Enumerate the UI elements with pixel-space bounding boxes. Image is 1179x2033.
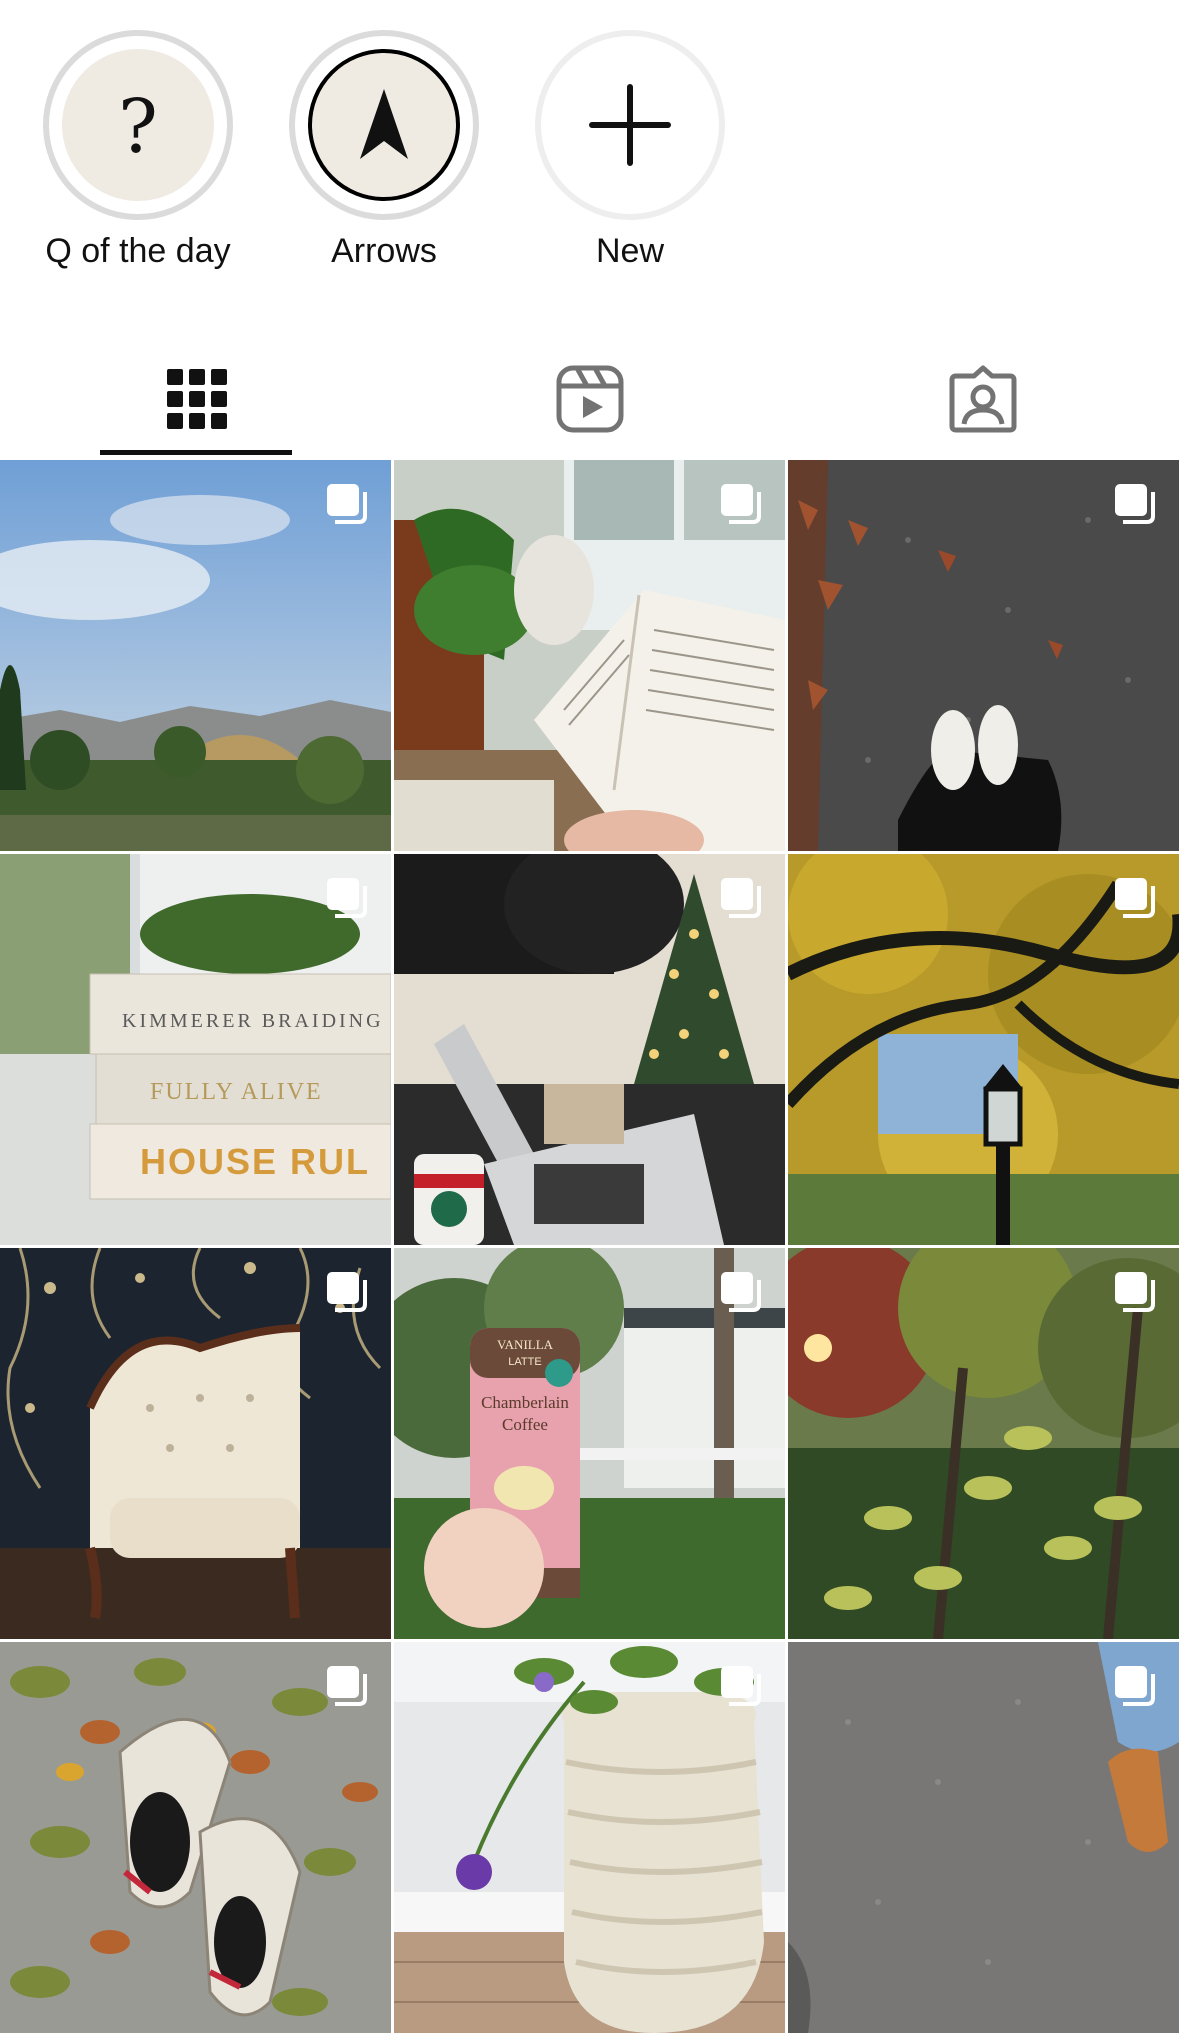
- book-spine-text: HOUSE RUL: [140, 1141, 370, 1182]
- active-tab-indicator: [100, 450, 292, 455]
- plus-icon: [554, 49, 706, 201]
- can-text: Coffee: [502, 1415, 548, 1434]
- multi-photo-icon: [327, 878, 367, 918]
- multi-photo-icon: [1115, 878, 1155, 918]
- highlight-label: Arrows: [331, 232, 437, 270]
- can-text: Chamberlain: [481, 1393, 569, 1412]
- post-laptop-tree[interactable]: [394, 854, 785, 1245]
- multi-photo-icon: [721, 1272, 761, 1312]
- can-text: LATTE: [508, 1356, 541, 1368]
- multi-photo-icon: [327, 1272, 367, 1312]
- highlight-label: New: [595, 232, 665, 270]
- tab-reels[interactable]: [393, 340, 786, 458]
- post-stacked-books[interactable]: KIMMERER BRAIDING FULLY ALIVE HOUSE RUL: [0, 854, 391, 1245]
- post-pavement-feet[interactable]: [788, 1642, 1179, 2033]
- arrow-up-icon: [308, 49, 460, 201]
- tab-posts[interactable]: [0, 340, 393, 458]
- highlight-ring: [289, 30, 479, 220]
- post-canned-coffee[interactable]: VANILLA LATTE Chamberlain Coffee: [394, 1248, 785, 1639]
- post-sneakers-asphalt[interactable]: [788, 460, 1179, 851]
- tab-tagged[interactable]: [786, 340, 1179, 458]
- multi-photo-icon: [327, 1666, 367, 1706]
- multi-photo-icon: [721, 484, 761, 524]
- grid-icon: [166, 369, 227, 429]
- question-mark-icon: ?: [62, 49, 214, 201]
- book-spine-text: FULLY ALIVE: [150, 1079, 323, 1105]
- highlight-ring: ?: [43, 30, 233, 220]
- can-text: VANILLA: [497, 1337, 554, 1352]
- post-tufted-chair[interactable]: [0, 1248, 391, 1639]
- multi-photo-icon: [1115, 484, 1155, 524]
- story-highlights: ? Q of the day Arrows New: [0, 0, 1179, 300]
- profile-tabs: [0, 340, 1179, 458]
- multi-photo-icon: [1115, 1272, 1155, 1312]
- book-spine-text: KIMMERER BRAIDING: [122, 1010, 384, 1032]
- reels-icon: [556, 365, 623, 433]
- tagged-user-icon: [949, 365, 1016, 433]
- multi-photo-icon: [1115, 1666, 1155, 1706]
- post-reading-book[interactable]: [394, 460, 785, 851]
- post-flower-vase[interactable]: [394, 1642, 785, 2033]
- highlight-label: Q of the day: [45, 232, 231, 270]
- post-sneakers-leaves[interactable]: [0, 1642, 391, 2033]
- post-hollywood-hills[interactable]: [0, 460, 391, 851]
- highlight-ring: [535, 30, 725, 220]
- post-tree-lamp[interactable]: [788, 854, 1179, 1245]
- multi-photo-icon: [327, 484, 367, 524]
- multi-photo-icon: [721, 878, 761, 918]
- post-autumn-garden[interactable]: [788, 1248, 1179, 1639]
- multi-photo-icon: [721, 1666, 761, 1706]
